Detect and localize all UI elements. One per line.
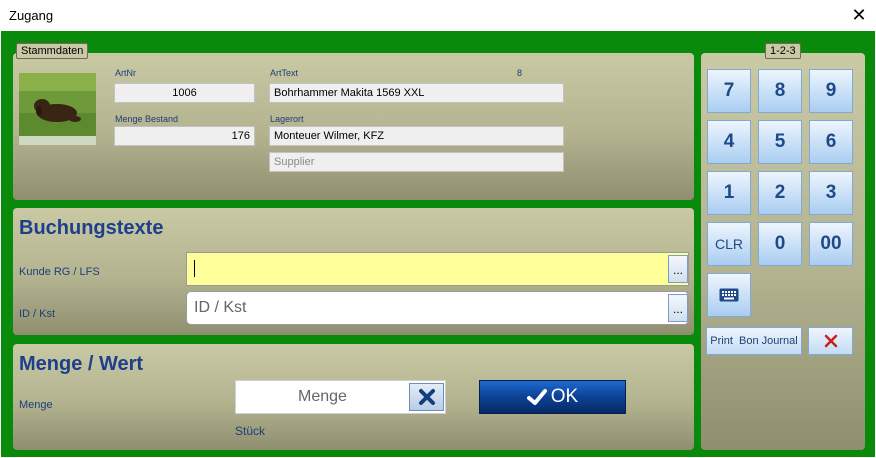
menge-wert-panel: Menge / Wert Menge Menge Stück OK (13, 344, 694, 450)
keyboard-button[interactable] (707, 273, 751, 317)
id-kst-browse-button[interactable]: ... (668, 294, 688, 322)
delete-button[interactable] (808, 327, 853, 355)
key-2[interactable]: 2 (758, 171, 802, 215)
key-clr[interactable]: CLR (707, 222, 751, 266)
lagerort-label: Lagerort (270, 114, 304, 124)
key-7[interactable]: 7 (707, 69, 751, 113)
dog-photo-icon (19, 73, 96, 136)
kunde-input[interactable] (186, 252, 689, 286)
stammdaten-panel: ArtNr 1006 Menge Bestand 176 ArtText 8 B… (13, 53, 694, 200)
unit-label: Stück (235, 424, 266, 438)
menge-bestand-value: 176 (231, 130, 250, 142)
print-bon-journal-label: Print Bon Journal (710, 335, 798, 347)
menge-clear-button[interactable] (409, 383, 444, 411)
menge-label: Menge (19, 399, 53, 411)
key-6[interactable]: 6 (809, 120, 853, 164)
clear-x-icon (418, 389, 435, 405)
kunde-browse-button[interactable]: ... (668, 255, 688, 283)
keypad-legend: 1-2-3 (765, 43, 801, 59)
arttext-label: ArtText (270, 68, 299, 78)
text-cursor (194, 260, 195, 278)
buchungstexte-panel: Buchungstexte Kunde RG / LFS ... ID / Ks… (13, 208, 694, 335)
key-9[interactable]: 9 (809, 69, 853, 113)
artnr-value: 1006 (172, 87, 197, 99)
menge-wert-heading: Menge / Wert (19, 353, 144, 375)
lagerort-value: Monteuer Wilmer, KFZ (274, 130, 385, 142)
window-title: Zugang (9, 8, 54, 23)
ok-button[interactable]: OK (479, 380, 626, 414)
kunde-label: Kunde RG / LFS (19, 266, 100, 278)
key-8[interactable]: 8 (758, 69, 802, 113)
stammdaten-legend: Stammdaten (16, 43, 89, 59)
artnr-field[interactable]: 1006 (114, 83, 255, 103)
key-0[interactable]: 0 (758, 222, 802, 266)
key-1[interactable]: 1 (707, 171, 751, 215)
key-4[interactable]: 4 (707, 120, 751, 164)
id-kst-input[interactable]: ID / Kst (186, 291, 689, 325)
buchungstexte-heading: Buchungstexte (19, 217, 164, 239)
checkmark-icon (526, 389, 547, 405)
arttext-count: 8 (517, 68, 523, 78)
key-5[interactable]: 5 (758, 120, 802, 164)
arttext-value: Bohrhammer Makita 1569 XXL (274, 87, 425, 99)
ok-label: OK (550, 386, 579, 407)
print-bon-journal-button[interactable]: Print Bon Journal (706, 327, 802, 355)
menge-bestand-field[interactable]: 176 (114, 126, 255, 146)
red-x-icon (824, 334, 837, 348)
key-3[interactable]: 3 (809, 171, 853, 215)
product-image (19, 73, 96, 145)
supplier-placeholder: Supplier (274, 156, 315, 168)
key-00[interactable]: 00 (809, 222, 853, 266)
keyboard-icon (719, 288, 739, 302)
client-area: ArtNr 1006 Menge Bestand 176 ArtText 8 B… (1, 31, 875, 457)
id-kst-label: ID / Kst (19, 308, 56, 320)
lagerort-field[interactable]: Monteuer Wilmer, KFZ (269, 126, 564, 146)
supplier-field[interactable]: Supplier (269, 152, 564, 172)
id-kst-placeholder: ID / Kst (194, 299, 247, 316)
menge-bestand-label: Menge Bestand (115, 114, 179, 124)
artnr-label: ArtNr (115, 68, 136, 78)
keypad-panel: 7 8 9 4 5 6 1 2 3 CLR 0 00 Print Bon Jou… (701, 53, 865, 450)
close-icon[interactable]: ✕ (842, 0, 876, 31)
arttext-field[interactable]: Bohrhammer Makita 1569 XXL (269, 83, 564, 103)
menge-placeholder: Menge (298, 388, 347, 405)
title-bar: Zugang ✕ (0, 0, 876, 31)
